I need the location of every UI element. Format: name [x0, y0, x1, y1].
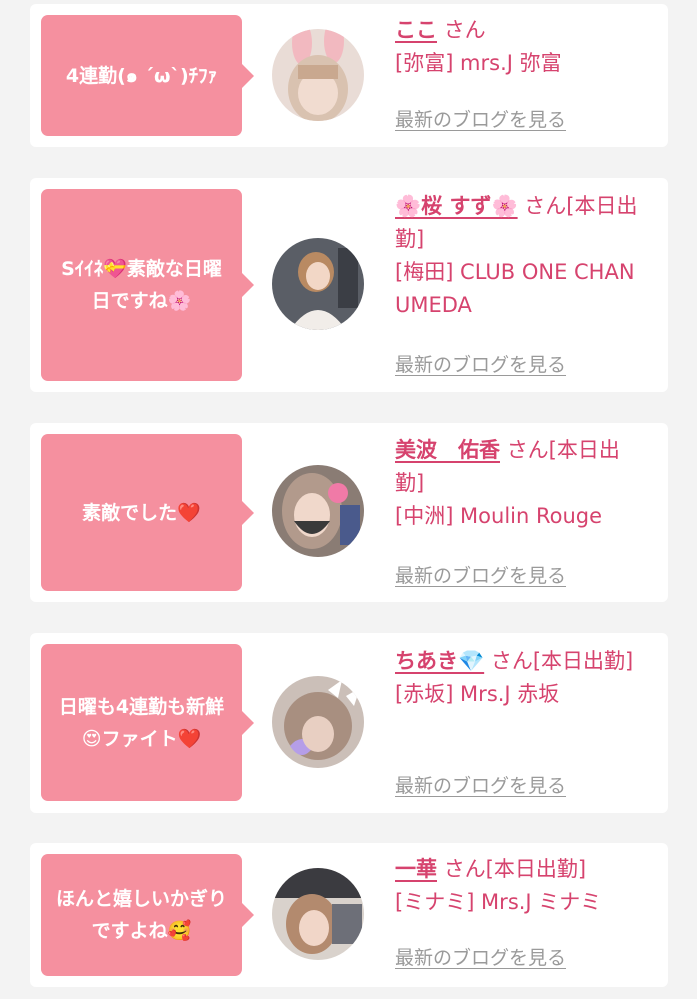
comment-bubble: Sｲｲﾈ💝素敵な日曜日ですね🌸: [41, 189, 254, 381]
avatar[interactable]: [272, 465, 364, 557]
cast-name-link[interactable]: ちあき💎: [395, 649, 484, 673]
cast-name-link[interactable]: ここ: [395, 18, 437, 42]
comment-bubble: 日曜も4連勤も新鮮😍ファイト❤️: [41, 644, 254, 801]
shop-name: [赤坂] Mrs.J 赤坂: [395, 682, 560, 706]
avatar[interactable]: [272, 238, 364, 330]
entry-card: 4連勤(๑ ´ω`)ﾁﾌｧ ここ さん [弥富] mrs.J 弥富 最新のブログ…: [30, 4, 668, 147]
comment-bubble: 素敵でした❤️: [41, 434, 254, 591]
comment-text: 素敵でした❤️: [82, 501, 201, 524]
latest-blog-link[interactable]: 最新のブログを見る: [395, 350, 566, 377]
entry-card: 日曜も4連勤も新鮮😍ファイト❤️ ちあき💎 さん[本日出勤] [赤坂] Mrs.…: [30, 633, 668, 813]
entry-info: ちあき💎 さん[本日出勤] [赤坂] Mrs.J 赤坂: [395, 645, 647, 711]
comment-bubble: 4連勤(๑ ´ω`)ﾁﾌｧ: [41, 15, 254, 136]
honorific-text: さん: [443, 18, 486, 42]
latest-blog-link[interactable]: 最新のブログを見る: [395, 771, 566, 798]
entry-info: 🌸桜 すず🌸 さん[本日出勤] [梅田] CLUB ONE CHAN UMEDA: [395, 190, 647, 322]
shop-name: [梅田] CLUB ONE CHAN UMEDA: [395, 260, 635, 317]
honorific-text: さん[本日出勤]: [490, 649, 634, 673]
entry-info: 一華 さん[本日出勤] [ミナミ] Mrs.J ミナミ: [395, 853, 647, 919]
latest-blog-link[interactable]: 最新のブログを見る: [395, 561, 566, 588]
cast-name-link[interactable]: 🌸桜 すず🌸: [395, 194, 518, 218]
entry-card: Sｲｲﾈ💝素敵な日曜日ですね🌸 🌸桜 すず🌸 さん[本日出勤] [梅田] CLU…: [30, 178, 668, 392]
avatar[interactable]: [272, 676, 364, 768]
latest-blog-link[interactable]: 最新のブログを見る: [395, 943, 566, 970]
shop-name: [弥富] mrs.J 弥富: [395, 51, 562, 75]
avatar[interactable]: [272, 29, 364, 121]
cast-name-link[interactable]: 一華: [395, 857, 437, 881]
entry-info: ここ さん [弥富] mrs.J 弥富: [395, 14, 647, 80]
shop-name: [中洲] Moulin Rouge: [395, 504, 603, 528]
comment-bubble: ほんと嬉しいかぎりですよね🥰: [41, 854, 254, 976]
comment-text: 4連勤(๑ ´ω`)ﾁﾌｧ: [65, 64, 218, 87]
entry-card: ほんと嬉しいかぎりですよね🥰 一華 さん[本日出勤] [ミナミ] Mrs.J ミ…: [30, 843, 668, 987]
comment-text: ほんと嬉しいかぎりですよね🥰: [55, 888, 227, 942]
shop-name: [ミナミ] Mrs.J ミナミ: [395, 890, 602, 914]
latest-blog-link[interactable]: 最新のブログを見る: [395, 105, 566, 132]
comment-text: Sｲｲﾈ💝素敵な日曜日ですね🌸: [61, 258, 222, 312]
entry-info: 美波 佑香 さん[本日出勤] [中洲] Moulin Rouge: [395, 434, 647, 533]
avatar[interactable]: [272, 868, 364, 960]
cast-name-link[interactable]: 美波 佑香: [395, 438, 500, 462]
honorific-text: さん[本日出勤]: [443, 857, 587, 881]
comment-text: 日曜も4連勤も新鮮😍ファイト❤️: [58, 695, 225, 750]
entry-card: 素敵でした❤️ 美波 佑香 さん[本日出勤] [中洲] Moulin Rouge…: [30, 423, 668, 602]
